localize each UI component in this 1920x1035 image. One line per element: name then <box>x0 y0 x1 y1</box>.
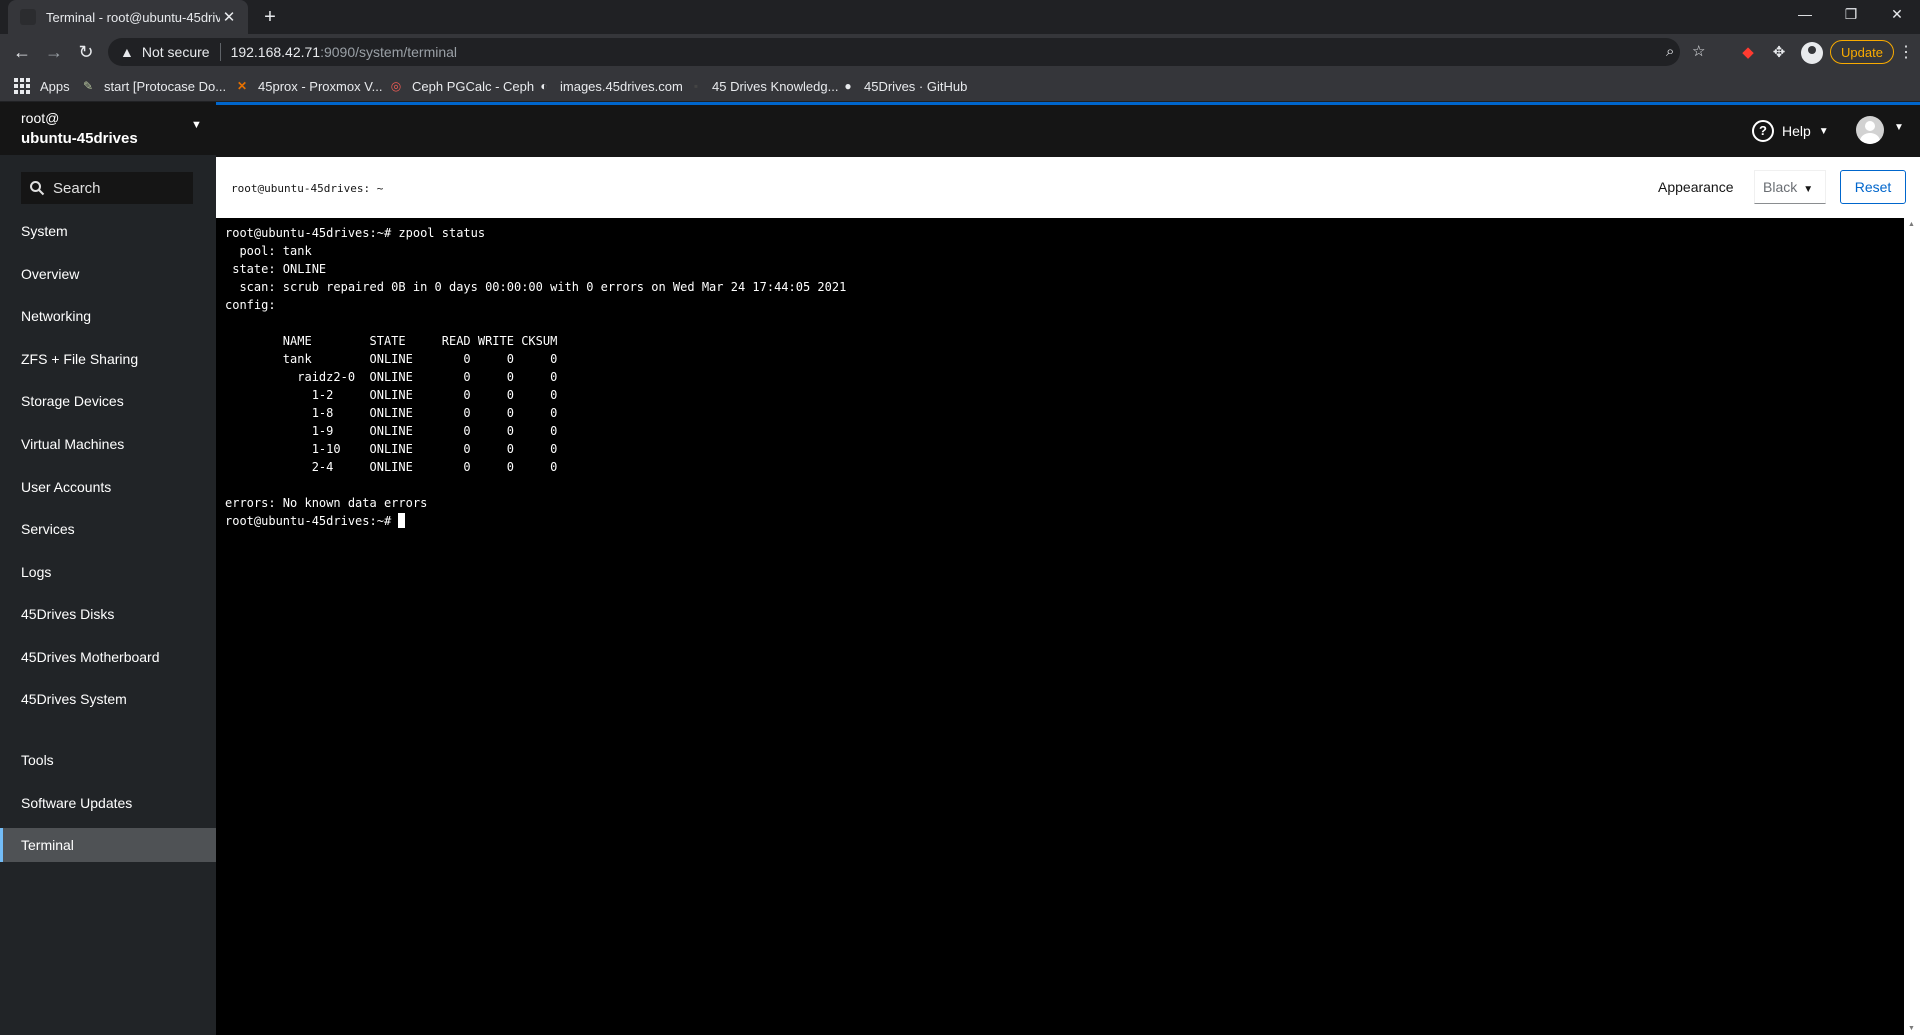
help-menu[interactable]: ? Help ▼ <box>1752 119 1829 143</box>
bookmark-label: start [Protocase Do... <box>104 78 227 94</box>
forward-icon[interactable]: → <box>42 40 66 64</box>
nav-item-logs[interactable]: Logs <box>0 555 216 589</box>
ceph-icon: ◎ <box>390 79 402 93</box>
tab-title: Terminal - root@ubuntu-45drives <box>46 9 220 25</box>
help-label: Help <box>1782 123 1811 139</box>
search-placeholder: Search <box>53 179 101 197</box>
nav-item-services[interactable]: Services <box>0 512 216 546</box>
update-button[interactable]: Update <box>1830 40 1894 64</box>
nav-search-input[interactable]: Search <box>21 172 193 204</box>
caret-down-icon[interactable]: ▼ <box>1894 122 1904 133</box>
help-icon: ? <box>1752 120 1774 142</box>
nav-item-storage-devices[interactable]: Storage Devices <box>0 384 216 418</box>
scroll-up-icon[interactable]: ▲ <box>1908 221 1915 228</box>
host-switcher[interactable]: root@ ubuntu-45drives ▼ <box>0 102 216 155</box>
cockpit-masthead <box>216 105 1920 157</box>
terminal-output: root@ubuntu-45drives:~# zpool status poo… <box>225 226 847 510</box>
terminal-prompt: root@ubuntu-45drives:~# <box>225 514 399 528</box>
cockpit-favicon-icon <box>20 9 36 25</box>
security-label[interactable]: Not secure <box>142 44 210 60</box>
bookmark-label: images.45drives.com <box>560 78 683 94</box>
address-bar[interactable]: ▲ Not secure 192.168.42.71:9090/system/t… <box>108 38 1705 66</box>
bookmark-label: Apps <box>40 78 70 94</box>
bookmark-github[interactable]: ● 45Drives · GitHub <box>840 76 967 96</box>
bookmark-star-icon[interactable]: ☆ <box>1692 38 1705 66</box>
nav-item-45drives-motherboard[interactable]: 45Drives Motherboard <box>0 640 216 674</box>
reload-icon[interactable]: ↻ <box>74 40 98 64</box>
reset-button[interactable]: Reset <box>1840 170 1906 204</box>
search-icon <box>30 181 45 196</box>
apps-grid-icon <box>14 78 30 94</box>
browser-tabstrip: Terminal - root@ubuntu-45drives ✕ + — ❐ … <box>0 0 1920 34</box>
new-tab-button[interactable]: + <box>258 6 282 28</box>
nav-item-user-accounts[interactable]: User Accounts <box>0 470 216 504</box>
cockpit-sidebar: root@ ubuntu-45drives ▼ Search System Ov… <box>0 102 216 1035</box>
theme-select[interactable]: Black ▼ <box>1754 170 1826 204</box>
close-window-button[interactable]: ✕ <box>1874 0 1920 30</box>
profile-icon[interactable] <box>1801 42 1823 64</box>
github-icon: ● <box>844 79 852 93</box>
bookmark-label: Ceph PGCalc - Ceph <box>412 78 535 94</box>
bookmarks-bar: Apps ✎ start [Protocase Do... ✕ 45prox -… <box>0 70 1920 102</box>
host-name: ubuntu-45drives <box>21 130 138 147</box>
nav-item-terminal[interactable]: Terminal <box>0 828 216 862</box>
browser-toolbar: ← → ↻ ▲ Not secure 192.168.42.71:9090/sy… <box>0 34 1920 70</box>
host-user: root@ <box>21 110 60 126</box>
nav-item-45drives-system[interactable]: 45Drives System <box>0 682 216 716</box>
caret-down-icon: ▼ <box>1818 125 1829 137</box>
nav-item-virtual-machines[interactable]: Virtual Machines <box>0 427 216 461</box>
zoom-search-icon[interactable]: ⌕ <box>1666 38 1674 66</box>
bookmark-apps[interactable]: Apps <box>14 76 70 96</box>
bookmark-proxmox[interactable]: ✕ 45prox - Proxmox V... <box>234 76 383 96</box>
nav-item-zfs-file-sharing[interactable]: ZFS + File Sharing <box>0 342 216 376</box>
caret-down-icon: ▼ <box>191 119 202 131</box>
extensions-puzzle-icon[interactable]: ✥ <box>1768 42 1790 64</box>
url-host: 192.168.42.71 <box>230 44 321 60</box>
proxmox-icon: ✕ <box>236 79 248 93</box>
globe-icon: ◐ <box>540 79 548 93</box>
45drives-icon: ▪ <box>693 79 699 93</box>
nav-item-system[interactable]: System <box>0 214 216 248</box>
terminal-cursor <box>398 513 406 528</box>
user-avatar[interactable] <box>1856 116 1884 144</box>
address-divider <box>219 43 221 61</box>
nav-item-software-updates[interactable]: Software Updates <box>0 786 216 820</box>
warning-icon[interactable]: ▲ <box>120 44 134 60</box>
protocase-icon: ✎ <box>82 79 94 93</box>
pdf-extension-icon[interactable]: ◆ <box>1737 42 1759 64</box>
bookmark-images[interactable]: ◐ images.45drives.com <box>536 76 683 96</box>
close-tab-icon[interactable]: ✕ <box>220 8 238 26</box>
nav-item-networking[interactable]: Networking <box>0 299 216 333</box>
url-path: :9090/system/terminal <box>320 44 458 60</box>
nav-item-45drives-disks[interactable]: 45Drives Disks <box>0 597 216 631</box>
browser-menu-icon[interactable]: ⋮ <box>1898 42 1914 64</box>
bookmark-label: 45 Drives Knowledg... <box>712 78 839 94</box>
terminal-screen[interactable]: root@ubuntu-45drives:~# zpool status poo… <box>216 218 1904 1035</box>
bookmark-label: 45prox - Proxmox V... <box>258 78 383 94</box>
minimize-window-button[interactable]: — <box>1782 0 1828 30</box>
caret-down-icon: ▼ <box>1803 184 1814 195</box>
back-icon[interactable]: ← <box>10 40 34 64</box>
bookmark-protocase[interactable]: ✎ start [Protocase Do... <box>80 76 226 96</box>
appearance-label: Appearance <box>1658 179 1734 195</box>
scroll-down-icon[interactable]: ▼ <box>1908 1025 1915 1032</box>
bookmark-knowledge[interactable]: ▪ 45 Drives Knowledg... <box>688 76 839 96</box>
nav-item-overview[interactable]: Overview <box>0 257 216 291</box>
theme-value: Black <box>1763 179 1798 195</box>
terminal-scrollbar[interactable]: ▲ ▼ <box>1904 218 1920 1035</box>
terminal-title: root@ubuntu-45drives: ~ <box>231 182 384 195</box>
restore-window-button[interactable]: ❐ <box>1828 0 1874 30</box>
nav-item-tools[interactable]: Tools <box>0 743 216 777</box>
bookmark-ceph[interactable]: ◎ Ceph PGCalc - Ceph <box>388 76 534 96</box>
browser-tab-terminal[interactable]: Terminal - root@ubuntu-45drives ✕ <box>8 0 248 34</box>
bookmark-label: 45Drives · GitHub <box>864 78 968 94</box>
